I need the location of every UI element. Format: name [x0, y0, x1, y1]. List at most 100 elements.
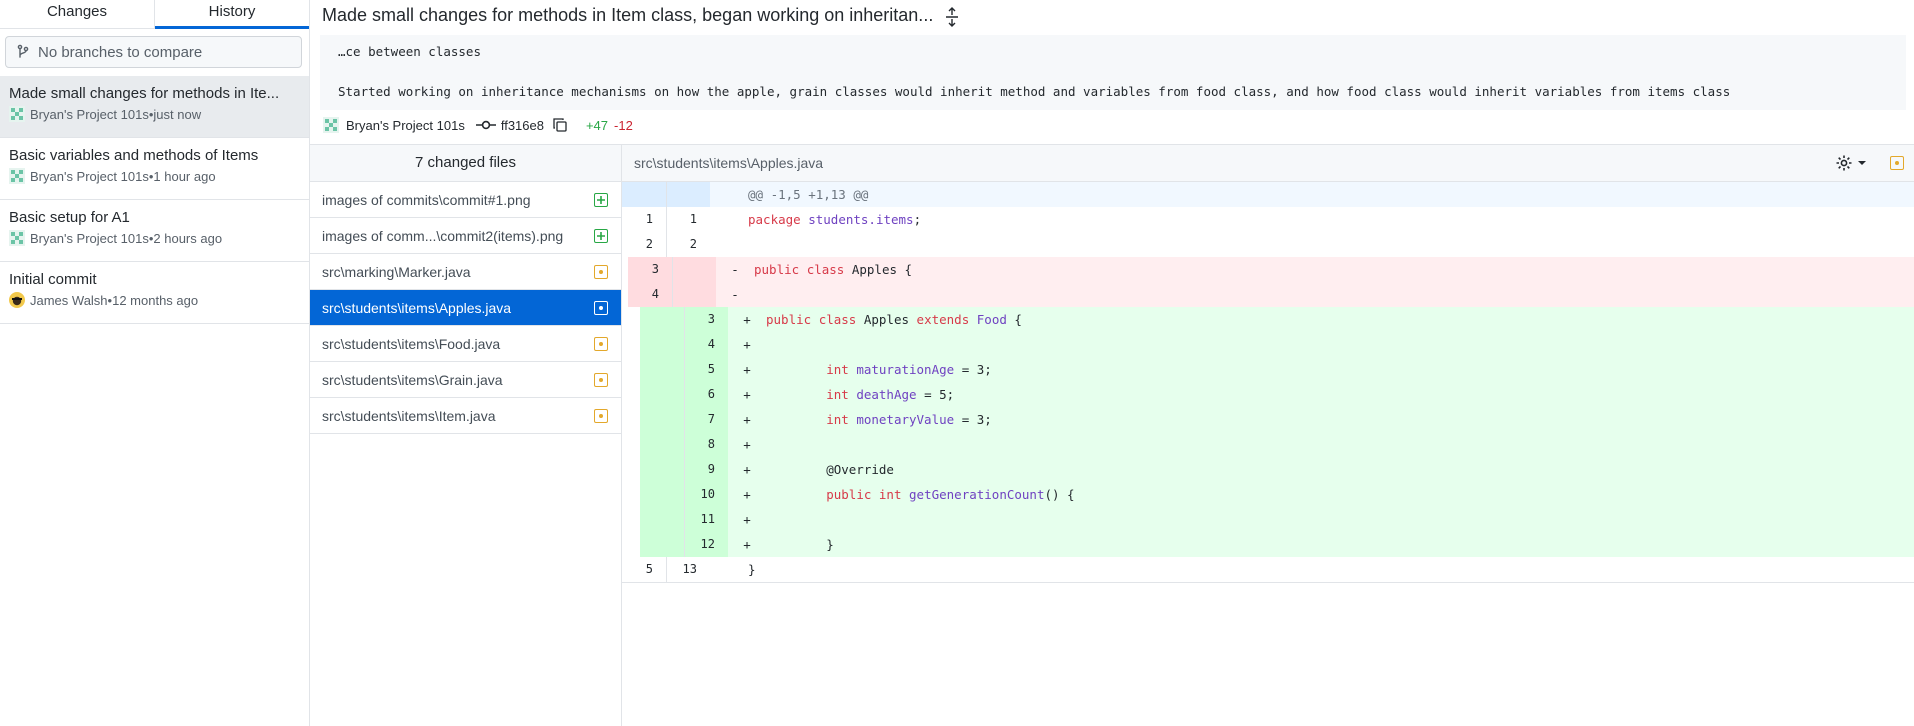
avatar [9, 230, 25, 246]
new-line-number [672, 257, 716, 282]
old-line-number [640, 357, 684, 382]
old-line-number [640, 482, 684, 507]
code-text: int maturationAge = 3; [766, 357, 992, 382]
commit-list-item[interactable]: Made small changes for methods in Ite...… [0, 76, 309, 138]
diff-file-path: src\students\items\Apples.java [634, 155, 824, 171]
code-token: } [766, 537, 834, 552]
diff-line-added[interactable]: 8 + [640, 432, 1914, 457]
diff-line-added[interactable]: 5 + int maturationAge = 3; [640, 357, 1914, 382]
code-text: } [766, 532, 834, 557]
file-list-item[interactable]: src\marking\Marker.java [310, 254, 621, 290]
diff-line-added[interactable]: 3 + public class Apples extends Food { [640, 307, 1914, 332]
commit-title: Basic variables and methods of Items [9, 147, 259, 164]
old-line-number [640, 307, 684, 332]
chevron-down-icon [1858, 161, 1866, 165]
diff-marker: + [743, 412, 751, 427]
code-text: int deathAge = 5; [766, 382, 954, 407]
commit-summary: Made small changes for methods in Item c… [322, 5, 934, 25]
code-text: int monetaryValue = 3; [766, 407, 992, 432]
diff-line-added[interactable]: 10 + public int getGenerationCount() { [640, 482, 1914, 507]
commit-description-line: …ce between classes [338, 44, 481, 59]
file-list-item[interactable]: src\students\items\Apples.java [310, 290, 621, 326]
diff-line-added[interactable]: 11 + [640, 507, 1914, 532]
diff-header: src\students\items\Apples.java [622, 145, 1914, 182]
file-name: images of comm...\commit2(items).png [322, 227, 564, 244]
new-line-number: 2 [666, 232, 710, 257]
expand-vertical-icon[interactable] [944, 6, 960, 28]
old-line-number: 1 [645, 212, 653, 226]
new-line-number: 13 [666, 557, 710, 582]
commit-list: Made small changes for methods in Ite...… [0, 76, 309, 324]
code-token: public [766, 312, 812, 327]
branch-compare-input[interactable]: No branches to compare [5, 36, 302, 68]
diff-line-context[interactable]: 22 [622, 232, 1914, 257]
commit-time: 1 hour ago [153, 168, 216, 184]
diff-line-added[interactable]: 4 + [640, 332, 1914, 357]
diff-marker [710, 232, 748, 257]
new-line-number: 1 [666, 207, 710, 232]
file-modified-icon [594, 264, 608, 279]
code-text: package students.items; [748, 207, 921, 232]
commit-description: …ce between classes Started working on i… [320, 35, 1906, 110]
commit-list-item[interactable]: Initial commit James Walsh • 12 months a… [0, 262, 309, 324]
diff-line-added[interactable]: 9 + @Override [640, 457, 1914, 482]
diff-marker: + [743, 362, 751, 377]
diff-marker [710, 557, 748, 582]
old-line-number: 3 [628, 257, 672, 282]
code-token: = 3; [954, 362, 992, 377]
new-line-number: 5 [684, 357, 728, 382]
code-text: @Override [766, 457, 894, 482]
code-token: maturationAge [856, 362, 955, 377]
code-token: package [748, 212, 801, 227]
additions-count: +47 [585, 117, 609, 133]
diff-marker: + [743, 487, 751, 502]
avatar [9, 292, 25, 308]
commit-title: Initial commit [9, 271, 97, 288]
changed-files-header: 7 changed files [310, 145, 621, 182]
avatar [9, 106, 25, 122]
diff-line-deleted[interactable]: 4- [628, 282, 1914, 307]
old-line-number [640, 432, 684, 457]
code-token: getGenerationCount [909, 487, 1045, 502]
diff-panel: src\students\items\Apples.java @@ -1,5 +… [622, 144, 1914, 726]
file-list-item[interactable]: images of commits\commit#1.png [310, 182, 621, 218]
diff-line-deleted[interactable]: 3 - public class Apples { [628, 257, 1914, 282]
tab-changes[interactable]: Changes [0, 0, 154, 28]
file-list-item[interactable]: src\students\items\Food.java [310, 326, 621, 362]
new-line-number [672, 282, 716, 307]
file-modified-icon [594, 336, 608, 351]
diff-line-added[interactable]: 12 + } [640, 532, 1914, 557]
code-text: public int getGenerationCount() { [766, 482, 1074, 507]
file-added-icon [594, 192, 608, 207]
old-line-number [640, 532, 684, 557]
new-line-number: 12 [684, 532, 728, 557]
avatar [323, 117, 339, 133]
git-commit-icon [475, 120, 496, 130]
file-name: src\marking\Marker.java [322, 263, 471, 280]
old-line-number [640, 407, 684, 432]
code-text: public class Apples { [754, 257, 912, 282]
file-list-item[interactable]: src\students\items\Grain.java [310, 362, 621, 398]
code-token: = 3; [954, 412, 992, 427]
diff-line-added[interactable]: 6 + int deathAge = 5; [640, 382, 1914, 407]
file-list-item[interactable]: src\students\items\Item.java [310, 398, 621, 434]
code-token: { [1006, 312, 1022, 327]
diff-settings-button[interactable] [1835, 154, 1868, 172]
commit-sha: ff316e8 [500, 117, 544, 133]
commit-author: Bryan's Project 101s [346, 117, 465, 133]
branch-compare-placeholder: No branches to compare [38, 43, 203, 61]
commit-list-item[interactable]: Basic variables and methods of Items Bry… [0, 138, 309, 200]
diff-line-context[interactable]: 5 13} [622, 557, 1914, 583]
diff-line-context[interactable]: 1 1 package students.items; [622, 207, 1914, 232]
code-token: Apples [856, 312, 917, 327]
file-list-item[interactable]: images of comm...\commit2(items).png [310, 218, 621, 254]
diff-line-added[interactable]: 7 + int monetaryValue = 3; [640, 407, 1914, 432]
tab-history[interactable]: History [154, 0, 309, 29]
copy-icon[interactable] [552, 117, 568, 133]
code-token: int [826, 362, 849, 377]
code-token: int [878, 487, 902, 502]
old-line-number [640, 457, 684, 482]
commit-list-item[interactable]: Basic setup for A1 Bryan's Project 101s … [0, 200, 309, 262]
